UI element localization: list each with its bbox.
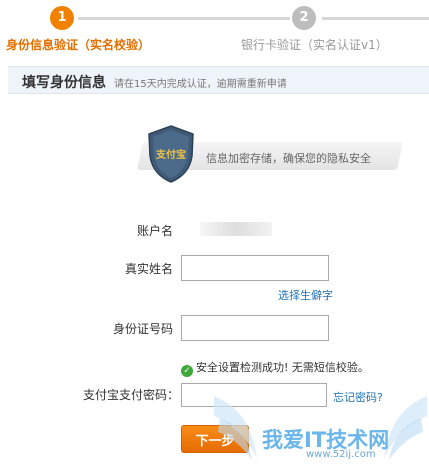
realname-input[interactable]	[181, 255, 329, 281]
payment-password-label: 支付宝支付密码：	[82, 388, 179, 402]
account-label: 账户名	[136, 224, 173, 238]
watermark-url: www.52ij.com	[306, 449, 376, 460]
progress-steps: 1 身份信息验证（实名校验） 2 银行卡验证（实名认证v1）	[0, 0, 429, 60]
account-value-blurred	[200, 222, 272, 236]
step-2-badge: 2	[292, 6, 316, 30]
step-1-label: 身份信息验证（实名校验）	[6, 38, 151, 52]
forgot-password-link[interactable]: 忘记密码?	[333, 389, 383, 405]
step-1-badge: 1	[50, 6, 74, 30]
section-title: 填写身份信息	[22, 75, 106, 91]
shield-logo-text: 支付宝	[155, 148, 186, 161]
step-2-label: 银行卡验证（实名认证v1）	[241, 38, 388, 52]
next-step-button[interactable]: 下一步	[181, 425, 249, 453]
shield-icon: 支付宝	[148, 125, 194, 183]
section-subtitle: 请在15天内完成认证，逾期需重新申请	[114, 79, 287, 90]
rare-char-link[interactable]: 选择生僻字	[278, 287, 333, 303]
idnum-input[interactable]	[181, 315, 329, 341]
step-connector	[322, 17, 429, 20]
step-connector	[78, 17, 290, 20]
security-banner-text: 信息加密存储，确保您的隐私安全	[206, 152, 371, 165]
security-check-message: ✓ 安全设置检测成功! 无需短信校验。	[181, 359, 369, 377]
payment-password-input[interactable]	[181, 383, 327, 407]
security-check-text: 安全设置检测成功! 无需短信校验。	[196, 361, 369, 374]
check-icon: ✓	[181, 365, 193, 377]
idnum-label: 身份证号码	[112, 322, 173, 336]
realname-label: 真实姓名	[124, 262, 173, 276]
section-header: 填写身份信息 请在15天内完成认证，逾期需重新申请	[8, 66, 429, 94]
